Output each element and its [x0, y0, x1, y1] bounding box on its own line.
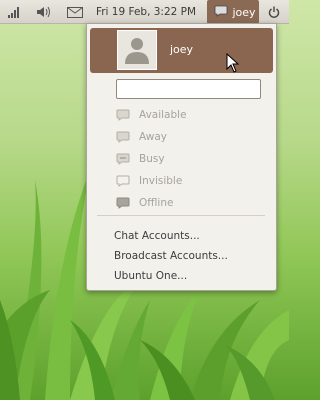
status-available[interactable]: Available [115, 105, 187, 125]
me-menu-label: joey [232, 5, 256, 19]
chat-bubble-outline-icon [115, 174, 131, 188]
user-row[interactable]: joey [90, 28, 273, 73]
me-menu-button[interactable]: joey [207, 0, 259, 24]
status-label: Offline [139, 197, 174, 209]
broadcast-accounts-item[interactable]: Broadcast Accounts... [114, 250, 228, 262]
chat-bubble-offline-icon [115, 196, 131, 210]
chat-bubble-icon [214, 5, 228, 20]
status-invisible[interactable]: Invisible [115, 171, 182, 191]
status-label: Invisible [139, 175, 183, 187]
status-offline[interactable]: Offline [115, 193, 173, 213]
chat-bubble-icon [115, 130, 131, 144]
user-name: joey [170, 43, 194, 56]
top-panel: Fri 19 Feb, 3:22 PM joey [0, 0, 289, 24]
mouse-pointer-icon [226, 53, 240, 73]
status-busy[interactable]: Busy [115, 149, 165, 169]
clock[interactable]: Fri 19 Feb, 3:22 PM [87, 0, 205, 24]
status-label: Away [139, 131, 167, 143]
status-away[interactable]: Away [115, 127, 167, 147]
status-message-input[interactable] [116, 79, 261, 99]
avatar-icon [117, 30, 157, 70]
status-label: Busy [139, 153, 165, 165]
chat-bubble-icon [115, 152, 131, 166]
chat-bubble-icon [115, 108, 131, 122]
chat-accounts-item[interactable]: Chat Accounts... [114, 230, 200, 242]
mail-icon[interactable] [63, 0, 87, 24]
power-icon[interactable] [262, 0, 286, 24]
network-signal-icon[interactable] [2, 0, 26, 24]
status-label: Available [139, 109, 187, 121]
me-menu-dropdown: joey Available Away Busy Invisible Offli… [86, 23, 277, 291]
ubuntu-one-item[interactable]: Ubuntu One... [114, 270, 187, 282]
menu-separator [97, 215, 265, 216]
volume-icon[interactable] [32, 0, 56, 24]
